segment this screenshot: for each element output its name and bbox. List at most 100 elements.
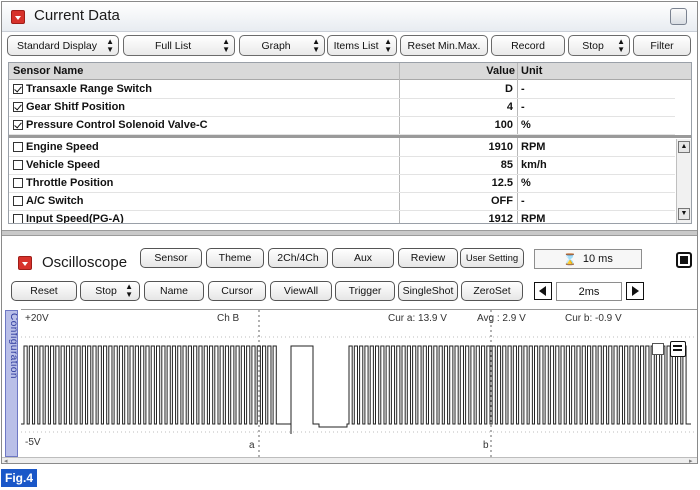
row-checkbox[interactable] (13, 84, 23, 94)
row-checkbox[interactable] (13, 178, 23, 188)
table-row[interactable]: Gear Shitf Position 4- (9, 99, 675, 117)
row-checkbox[interactable] (13, 102, 23, 112)
sensor-unit: RPM (521, 141, 546, 153)
sensor-value: 4 (506, 101, 513, 113)
graph-select[interactable]: Graph ▲ ▼ (239, 35, 325, 56)
sensor-table: Sensor Name Value Unit Transaxle Range S… (8, 62, 692, 224)
scroll-up-icon[interactable]: ▲ (678, 141, 690, 153)
scroll-left-icon[interactable]: ◂ (4, 458, 8, 463)
stop-select[interactable]: Stop ▲ ▼ (568, 35, 630, 56)
cursor-a-marker[interactable]: a (249, 440, 255, 451)
column-header-unit: Unit (521, 65, 543, 77)
app-window: Current Data Standard Display ▲ ▼ Full Li… (1, 1, 698, 464)
timebase-decrease-icon[interactable] (534, 282, 552, 300)
sensor-unit: km/h (521, 159, 547, 171)
theme-button[interactable]: Theme (206, 248, 264, 268)
reset-button[interactable]: Reset (11, 281, 77, 301)
window-toggle-button[interactable] (670, 8, 687, 25)
record-button[interactable]: Record (491, 35, 565, 56)
singleshot-button[interactable]: SingleShot (398, 281, 458, 301)
waveform-trace (21, 345, 691, 434)
reset-minmax-button[interactable]: Reset Min.Max. (400, 35, 488, 56)
timebase-display: 2ms (556, 282, 622, 301)
scope-checkbox[interactable] (652, 343, 664, 355)
table-header: Sensor Name Value Unit (9, 63, 691, 80)
channel-label: Ch B (217, 313, 240, 324)
user-setting-button[interactable]: User Setting (460, 248, 524, 268)
scroll-right-icon[interactable]: ▸ (689, 458, 693, 463)
channel-toggle-button[interactable]: 2Ch/4Ch (268, 248, 328, 268)
full-list-select[interactable]: Full List ▲ ▼ (123, 35, 235, 56)
table-row[interactable]: Pressure Control Solenoid Valve-C 100% (9, 117, 675, 135)
cursor-b-readout: Cur b: -0.9 V (565, 313, 622, 324)
hourglass-icon: ⌛ (563, 253, 577, 266)
sensor-value: OFF (491, 195, 513, 207)
sensor-value: 12.5 (491, 177, 513, 189)
updown-arrow-icon: ▲ ▼ (617, 36, 625, 54)
cursor-b-marker[interactable]: b (483, 440, 489, 451)
sensor-name: Input Speed(PG-A) (13, 213, 124, 223)
row-checkbox[interactable] (13, 160, 23, 170)
sensor-name: Throttle Position (13, 177, 113, 189)
horizontal-scrollbar[interactable]: ◂ ▸ (2, 457, 697, 463)
table-row[interactable]: Input Speed(PG-A) 1912 RPM (9, 211, 675, 224)
standard-display-select[interactable]: Standard Display ▲ ▼ (7, 35, 119, 56)
sensor-unit: - (521, 101, 525, 113)
current-data-toolbar: Standard Display ▲ ▼ Full List ▲ ▼ Graph ▲… (2, 33, 697, 59)
sensor-value: 1910 (488, 141, 513, 153)
sensor-unit: RPM (521, 213, 546, 224)
table-row[interactable]: Throttle Position 12.5% (9, 175, 675, 193)
table-row[interactable]: Vehicle Speed 85 km/h (9, 157, 675, 175)
collapse-arrow-icon[interactable] (11, 10, 25, 24)
row-checkbox[interactable] (13, 196, 23, 206)
sensor-unit: % (521, 119, 531, 131)
sensor-value: 85 (500, 159, 513, 171)
zeroset-button[interactable]: ZeroSet (461, 281, 523, 301)
row-checkbox[interactable] (13, 120, 23, 130)
viewall-button[interactable]: ViewAll (270, 281, 332, 301)
y-top-label: +20V (25, 313, 49, 324)
updown-arrow-icon: ▲ ▼ (384, 36, 392, 54)
row-checkbox[interactable] (13, 214, 23, 223)
sensor-value: 100 (494, 119, 513, 131)
sensor-unit: % (521, 177, 531, 189)
stop-select[interactable]: Stop ▲ ▼ (80, 281, 140, 301)
pinned-separator (9, 135, 691, 138)
name-button[interactable]: Name (144, 281, 204, 301)
waveform-plot (21, 310, 697, 457)
scroll-down-icon[interactable]: ▼ (678, 208, 690, 220)
trigger-button[interactable]: Trigger (335, 281, 395, 301)
updown-arrow-icon: ▲ ▼ (125, 282, 133, 299)
configuration-tab[interactable]: Configuration (5, 310, 18, 457)
items-list-select[interactable]: Items List ▲ ▼ (327, 35, 397, 56)
review-button[interactable]: Review (398, 248, 458, 268)
updown-arrow-icon: ▲ ▼ (222, 36, 230, 54)
scope-menu-icon[interactable] (670, 341, 686, 357)
table-row[interactable]: Transaxle Range Switch D - (9, 81, 675, 99)
sensor-name: Transaxle Range Switch (13, 83, 152, 95)
sensor-unit: - (521, 83, 525, 95)
sensor-name: Gear Shitf Position (13, 101, 125, 113)
current-data-title: Current Data (34, 7, 120, 24)
vertical-scrollbar[interactable]: ▲ ▼ (676, 139, 691, 223)
panel-splitter[interactable] (2, 230, 697, 236)
sensor-value: 1912 (488, 213, 513, 224)
sensor-button[interactable]: Sensor (140, 248, 202, 268)
row-checkbox[interactable] (13, 142, 23, 152)
sensor-name: Pressure Control Solenoid Valve-C (13, 119, 208, 131)
aux-button[interactable]: Aux (332, 248, 394, 268)
sensor-name: Engine Speed (13, 141, 99, 153)
time-display: ⌛ 10 ms (534, 249, 642, 269)
current-data-header: Current Data (2, 2, 697, 32)
timebase-increase-icon[interactable] (626, 282, 644, 300)
table-row[interactable]: Engine Speed 1910 RPM (9, 139, 675, 157)
average-readout: Avg : 2.9 V (477, 313, 526, 324)
filter-button[interactable]: Filter (633, 35, 691, 56)
cursor-button[interactable]: Cursor (208, 281, 266, 301)
sensor-name: Vehicle Speed (13, 159, 100, 171)
oscilloscope-collapse-icon[interactable] (18, 256, 32, 270)
stop-square-icon[interactable] (676, 252, 692, 268)
updown-arrow-icon: ▲ ▼ (106, 36, 114, 54)
scope-display[interactable]: +20V -5V Ch B Cur a: 13.9 V Avg : 2.9 V … (21, 309, 697, 457)
table-row[interactable]: A/C Switch OFF - (9, 193, 675, 211)
